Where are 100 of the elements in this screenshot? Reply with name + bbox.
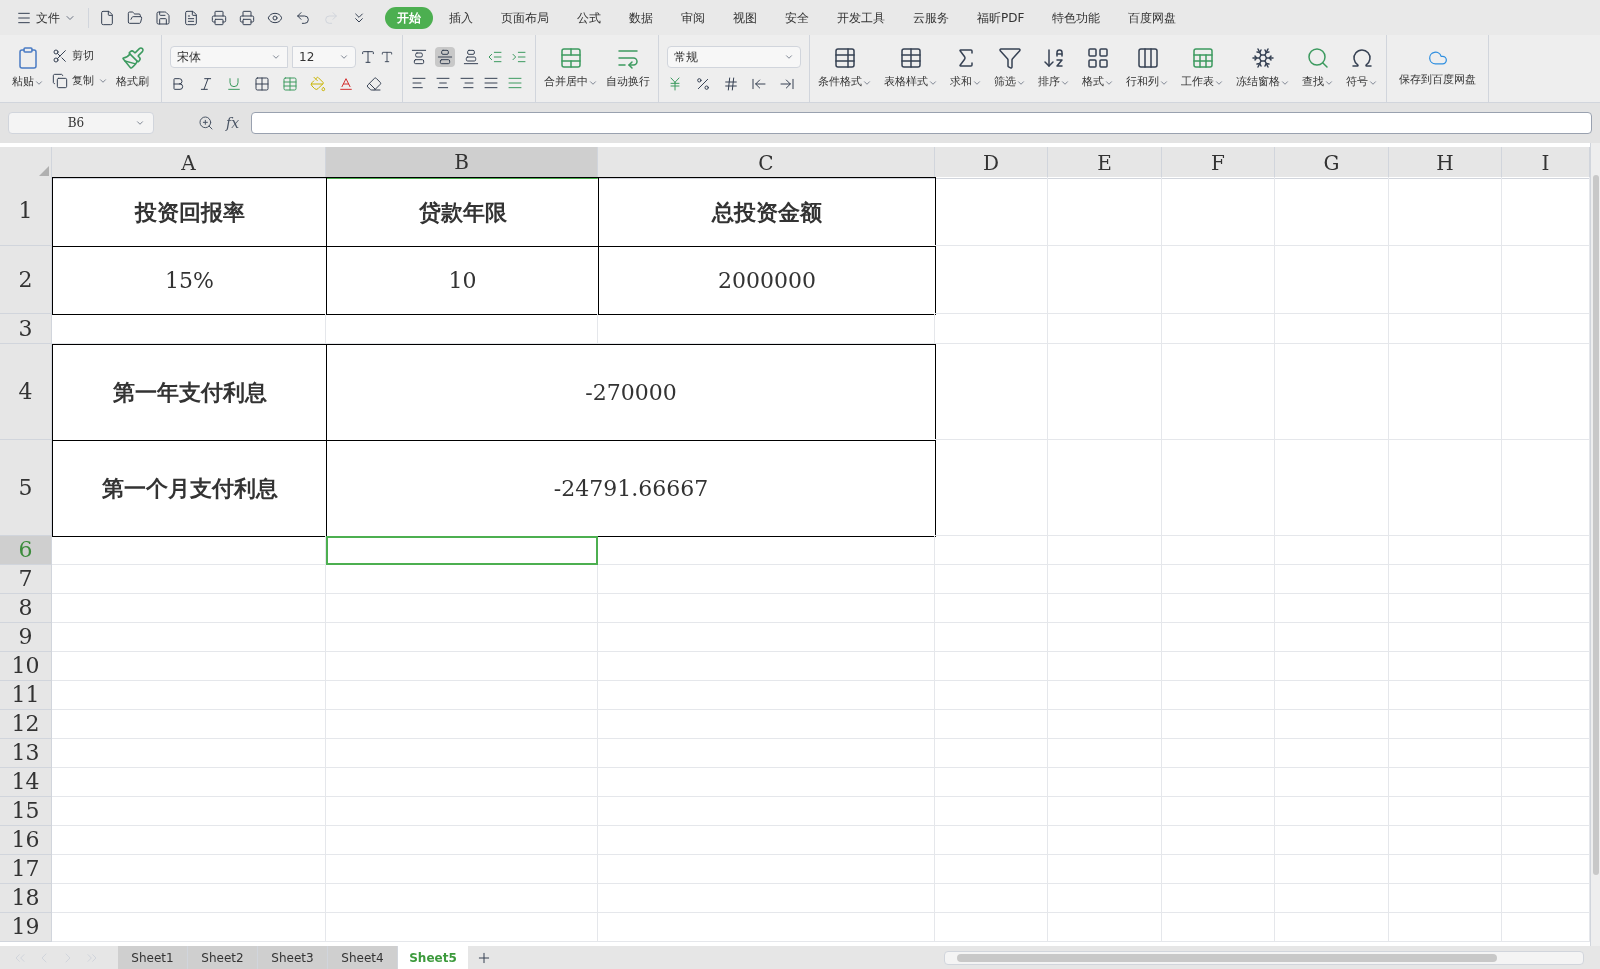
wrap-text-button[interactable]: 自动换行: [606, 46, 650, 91]
empty-cell[interactable]: [1162, 855, 1275, 884]
row-header[interactable]: 3: [0, 314, 52, 344]
empty-cell[interactable]: [1162, 884, 1275, 913]
empty-cell[interactable]: [326, 884, 598, 913]
toolbar-button[interactable]: 工作表: [1181, 46, 1224, 91]
row-header[interactable]: 4: [0, 344, 52, 440]
column-header[interactable]: B: [326, 147, 598, 179]
empty-cell[interactable]: [935, 594, 1048, 623]
ribbon-tab[interactable]: 百度网盘: [1116, 6, 1189, 29]
empty-cell[interactable]: [1275, 565, 1389, 594]
empty-cell[interactable]: [1389, 344, 1502, 440]
empty-cell[interactable]: [598, 710, 935, 739]
ribbon-tab[interactable]: 特色功能: [1040, 6, 1113, 29]
ribbon-tab[interactable]: 安全: [773, 6, 821, 29]
empty-cell[interactable]: [1275, 884, 1389, 913]
empty-cell[interactable]: [598, 855, 935, 884]
empty-cell[interactable]: [598, 826, 935, 855]
empty-cell[interactable]: [1275, 440, 1389, 536]
ribbon-tab[interactable]: 公式: [565, 6, 613, 29]
toolbar-button[interactable]: 条件格式: [818, 46, 872, 91]
row-header[interactable]: 16: [0, 826, 52, 855]
font-name-field[interactable]: 宋体: [170, 45, 288, 68]
empty-cell[interactable]: [1048, 710, 1162, 739]
empty-cell[interactable]: [1162, 440, 1275, 536]
empty-cell[interactable]: [1048, 344, 1162, 440]
row-header[interactable]: 8: [0, 594, 52, 623]
empty-cell[interactable]: [1048, 913, 1162, 942]
empty-cell[interactable]: [1048, 652, 1162, 681]
clipboard-button[interactable]: 剪切: [52, 48, 108, 65]
row-header[interactable]: 11: [0, 681, 52, 710]
empty-cell[interactable]: [935, 710, 1048, 739]
empty-cell[interactable]: [935, 177, 1048, 246]
empty-cell[interactable]: [1162, 768, 1275, 797]
merge-center-button[interactable]: 合并居中: [544, 46, 598, 91]
empty-cell[interactable]: [598, 884, 935, 913]
empty-cell[interactable]: [598, 623, 935, 652]
empty-cell[interactable]: [1389, 314, 1502, 344]
toolbar-button[interactable]: 符号: [1346, 46, 1378, 91]
empty-cell[interactable]: [1275, 536, 1389, 565]
empty-cell[interactable]: [326, 681, 598, 710]
empty-cell[interactable]: [1162, 565, 1275, 594]
empty-cell[interactable]: [326, 623, 598, 652]
empty-cell[interactable]: [1048, 855, 1162, 884]
row-header[interactable]: 2: [0, 246, 52, 314]
empty-cell[interactable]: [326, 594, 598, 623]
empty-cell[interactable]: [1275, 681, 1389, 710]
empty-cell[interactable]: [935, 681, 1048, 710]
row-header[interactable]: 10: [0, 652, 52, 681]
empty-cell[interactable]: [1048, 623, 1162, 652]
empty-cell[interactable]: [1389, 768, 1502, 797]
empty-cell[interactable]: [935, 565, 1048, 594]
empty-cell[interactable]: [598, 565, 935, 594]
ribbon-tab[interactable]: 页面布局: [489, 6, 561, 29]
sheet-tab[interactable]: Sheet3: [258, 946, 328, 969]
column-header[interactable]: F: [1162, 147, 1275, 179]
row-header[interactable]: 7: [0, 565, 52, 594]
empty-cell[interactable]: [1048, 826, 1162, 855]
empty-cell[interactable]: [1389, 884, 1502, 913]
empty-cell[interactable]: [598, 652, 935, 681]
empty-cell[interactable]: [935, 913, 1048, 942]
row-header[interactable]: 19: [0, 913, 52, 942]
empty-cell[interactable]: [1275, 913, 1389, 942]
empty-cell[interactable]: [326, 855, 598, 884]
row-header[interactable]: 17: [0, 855, 52, 884]
empty-cell[interactable]: [1275, 797, 1389, 826]
column-header[interactable]: D: [935, 147, 1048, 179]
empty-cell[interactable]: [1275, 652, 1389, 681]
empty-cell[interactable]: [1162, 913, 1275, 942]
empty-cell[interactable]: [598, 594, 935, 623]
active-cell[interactable]: [326, 536, 598, 565]
empty-cell[interactable]: [935, 314, 1048, 344]
empty-cell[interactable]: [1389, 177, 1502, 246]
empty-cell[interactable]: [935, 739, 1048, 768]
empty-cell[interactable]: [1275, 177, 1389, 246]
format-painter-button[interactable]: 格式刷: [112, 46, 153, 91]
empty-cell[interactable]: [1048, 797, 1162, 826]
empty-cell[interactable]: [326, 565, 598, 594]
empty-cell[interactable]: [1048, 314, 1162, 344]
empty-cell[interactable]: [1389, 440, 1502, 536]
toolbar-button[interactable]: 查找: [1302, 46, 1334, 91]
empty-cell[interactable]: [326, 739, 598, 768]
paste-button[interactable]: 粘贴: [8, 46, 48, 91]
row-header[interactable]: 12: [0, 710, 52, 739]
row-header[interactable]: 18: [0, 884, 52, 913]
row-header[interactable]: 13: [0, 739, 52, 768]
empty-cell[interactable]: [1048, 536, 1162, 565]
ribbon-tab[interactable]: 数据: [617, 6, 665, 29]
empty-cell[interactable]: [935, 246, 1048, 314]
row-header[interactable]: 14: [0, 768, 52, 797]
empty-cell[interactable]: [935, 768, 1048, 797]
empty-cell[interactable]: [1162, 826, 1275, 855]
empty-cell[interactable]: [1162, 177, 1275, 246]
empty-cell[interactable]: [935, 344, 1048, 440]
empty-cell[interactable]: [1048, 739, 1162, 768]
empty-cell[interactable]: [326, 710, 598, 739]
column-header[interactable]: E: [1048, 147, 1162, 179]
empty-cell[interactable]: [1389, 913, 1502, 942]
empty-cell[interactable]: [1048, 768, 1162, 797]
empty-cell[interactable]: [1275, 344, 1389, 440]
